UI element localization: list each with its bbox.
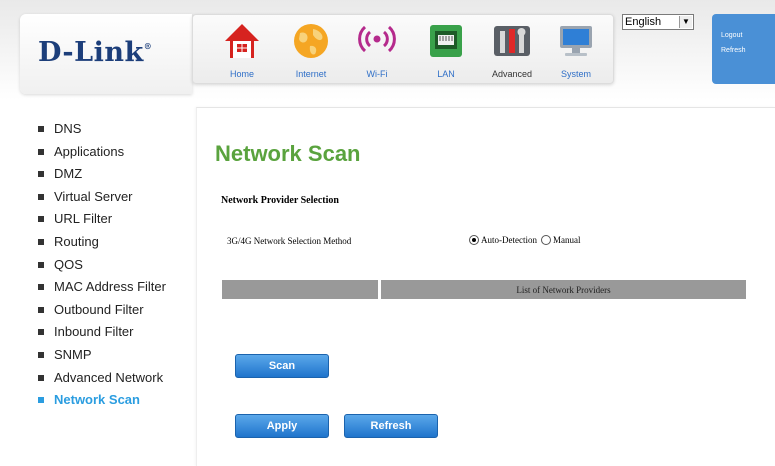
ethernet-port-icon [430, 25, 462, 57]
logout-link[interactable]: Logout [721, 32, 742, 39]
sidebar-menu: DNS Applications DMZ Virtual Server URL … [38, 122, 166, 416]
sidebar-item-label: Routing [54, 233, 99, 249]
sidebar-item-network-scan[interactable]: Network Scan [38, 393, 166, 416]
sidebar-item-applications[interactable]: Applications [38, 143, 166, 168]
bullet-icon [38, 351, 44, 358]
auto-detection-radio[interactable] [469, 235, 479, 245]
sidebar-item-label: SNMP [54, 346, 92, 362]
bullet-icon [38, 397, 44, 404]
sidebar-item-mac-address-filter[interactable]: MAC Address Filter [38, 280, 166, 303]
sidebar-item-label: DNS [54, 121, 82, 136]
sidebar-item-inbound-filter[interactable]: Inbound Filter [38, 325, 166, 348]
sidebar-item-label: Network Scan [54, 392, 140, 408]
chevron-down-icon: ▼ [679, 16, 692, 28]
bullet-icon [38, 148, 44, 155]
sidebar-item-label: QOS [54, 256, 83, 272]
sidebar-item-label: Virtual Server [54, 188, 133, 204]
sidebar-item-routing[interactable]: Routing [38, 233, 166, 258]
sidebar-item-dns[interactable]: DNS [38, 122, 166, 145]
sidebar-item-url-filter[interactable]: URL Filter [38, 212, 166, 235]
account-panel: Logout Refresh [712, 14, 775, 84]
nav-advanced[interactable]: Advanced [485, 21, 539, 83]
bullet-icon [38, 374, 44, 381]
nav-home[interactable]: Home [215, 21, 269, 83]
refresh-button[interactable]: Refresh [344, 414, 438, 438]
nav-internet[interactable]: Internet [284, 21, 338, 83]
bullet-icon [38, 171, 44, 178]
language-select[interactable]: English ▼ [622, 14, 694, 30]
sidebar-item-outbound-filter[interactable]: Outbound Filter [38, 301, 166, 326]
bullet-icon [38, 306, 44, 313]
scan-button[interactable]: Scan [235, 354, 329, 378]
sidebar-item-label: MAC Address Filter [54, 279, 166, 295]
language-selected: English [625, 16, 662, 28]
table-header-select [222, 280, 378, 299]
bullet-icon [38, 284, 44, 291]
bullet-icon [38, 126, 44, 132]
selection-method-label: 3G/4G Network Selection Method [227, 236, 352, 246]
sidebar-item-label: Applications [54, 143, 125, 159]
sidebar-item-dmz[interactable]: DMZ [38, 167, 166, 190]
bullet-icon [38, 193, 44, 200]
nav-label: Advanced [491, 69, 533, 79]
manual-label: Manual [552, 235, 581, 245]
sidebar-item-qos[interactable]: QOS [38, 256, 166, 281]
sidebar-item-advanced-network[interactable]: Advanced Network [38, 369, 166, 394]
table-header-providers: List of Network Providers [381, 280, 746, 299]
nav-label: Internet [295, 69, 327, 79]
computer-monitor-icon [560, 26, 592, 56]
sidebar-item-snmp[interactable]: SNMP [38, 346, 166, 371]
refresh-link[interactable]: Refresh [721, 47, 746, 54]
main-nav: Home Internet Wi-Fi LAN Advanced System [192, 14, 614, 84]
wifi-signal-icon [358, 25, 396, 53]
nav-label: System [560, 69, 591, 79]
section-title: Network Provider Selection [221, 195, 339, 206]
sidebar-item-label: Inbound Filter [54, 324, 134, 340]
nav-system[interactable]: System [549, 21, 603, 83]
sidebar-item-label: Advanced Network [54, 369, 164, 385]
sidebar-item-label: URL Filter [54, 211, 113, 227]
network-providers-table-header: List of Network Providers [222, 280, 746, 299]
nav-label: Wi-Fi [366, 69, 388, 79]
content-panel: Network Scan Network Provider Selection … [196, 107, 775, 466]
sidebar-item-label: Outbound Filter [54, 301, 144, 317]
nav-lan[interactable]: LAN [419, 21, 473, 83]
nav-label: Home [229, 69, 254, 79]
nav-label: LAN [437, 69, 455, 79]
bullet-icon [38, 261, 44, 268]
apply-button[interactable]: Apply [235, 414, 329, 438]
logo-text: D-Link [38, 37, 144, 68]
logo-mark: ® [143, 41, 153, 51]
nav-wifi[interactable]: Wi-Fi [350, 21, 404, 83]
page-title: Network Scan [215, 141, 361, 166]
sidebar-item-label: DMZ [54, 166, 83, 182]
bullet-icon [38, 238, 44, 245]
app-window: D-Link® Home Internet Wi-Fi LAN Advanced… [0, 0, 775, 466]
sidebar-item-virtual-server[interactable]: Virtual Server [38, 188, 166, 213]
selection-method-radio-group: Auto-Detection Manual [469, 235, 580, 245]
manual-radio[interactable] [540, 235, 551, 245]
house-icon [225, 24, 259, 58]
bullet-icon [38, 216, 44, 223]
tools-icon [494, 26, 530, 56]
auto-detection-label: Auto-Detection [481, 235, 537, 245]
bullet-icon [38, 329, 44, 336]
globe-icon [294, 24, 328, 58]
dlink-logo: D-Link® [38, 37, 152, 68]
